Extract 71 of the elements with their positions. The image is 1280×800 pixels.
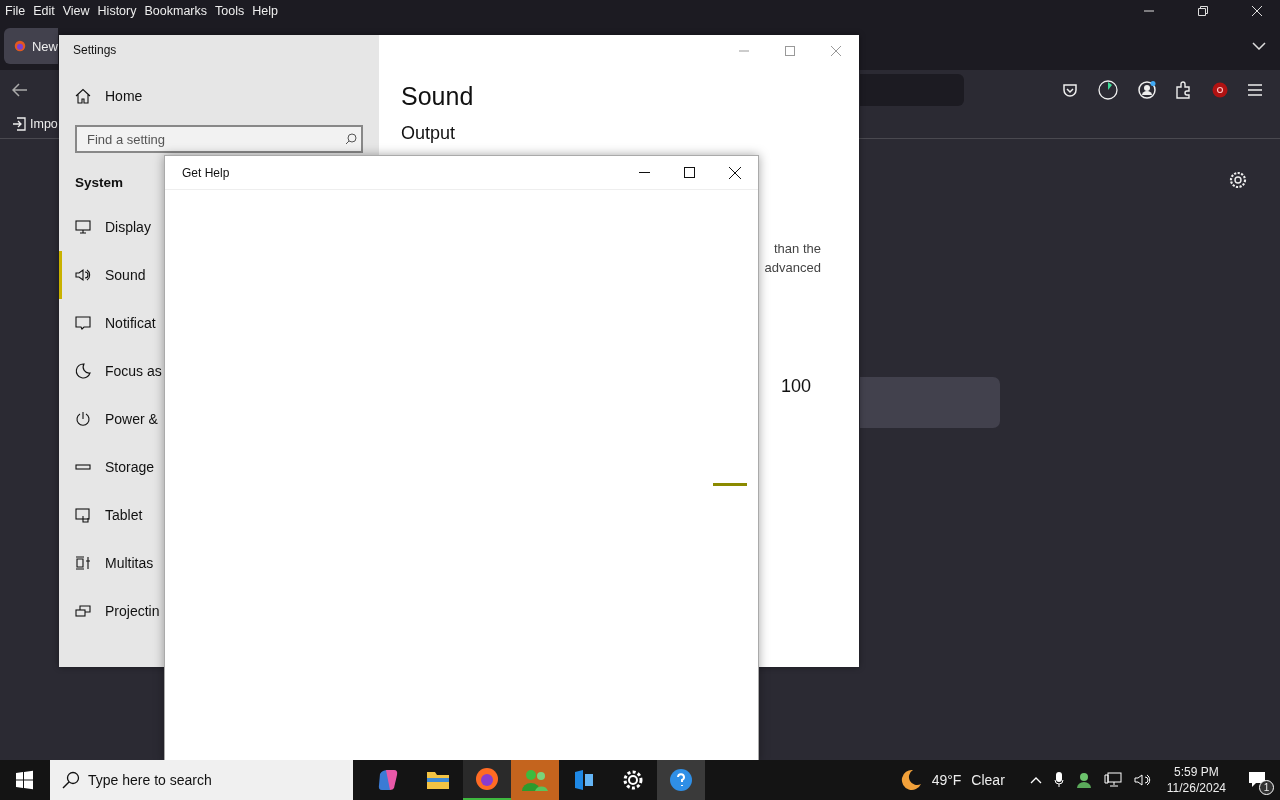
- menu-icon[interactable]: [1248, 84, 1262, 96]
- moon-icon: [75, 363, 91, 379]
- volume-value: 100: [780, 376, 811, 397]
- description-text: advanced: [764, 259, 821, 277]
- projector-icon: [75, 603, 91, 619]
- speaker-icon: [75, 267, 91, 283]
- clock-date[interactable]: 11/26/2024: [1166, 780, 1226, 796]
- timer-icon[interactable]: [1098, 80, 1118, 100]
- microphone-icon[interactable]: [1053, 772, 1064, 788]
- restore-icon[interactable]: [1198, 6, 1208, 16]
- page-title: Sound: [401, 82, 475, 111]
- speech-bubble-icon: [1248, 771, 1266, 789]
- speech-bubble-icon: [75, 315, 91, 331]
- power-icon: [75, 411, 91, 427]
- menu-item[interactable]: View: [62, 4, 90, 18]
- chevron-up-icon[interactable]: [1029, 776, 1042, 784]
- menu-item[interactable]: History: [97, 4, 137, 18]
- back-icon[interactable]: [12, 83, 28, 97]
- nav-item[interactable]: Power &: [59, 395, 160, 443]
- help-icon[interactable]: [669, 768, 693, 792]
- section-heading: Output: [401, 123, 457, 144]
- window-title: Settings: [72, 43, 118, 57]
- import-icon: [12, 117, 26, 131]
- nav-item[interactable]: Display: [59, 203, 153, 251]
- copilot-icon[interactable]: [376, 768, 400, 792]
- maximize-icon[interactable]: [684, 167, 695, 178]
- menu-item[interactable]: Edit: [33, 4, 55, 18]
- browser-logo-icon[interactable]: [475, 767, 499, 791]
- clock-time[interactable]: 5:59 PM: [1174, 764, 1219, 780]
- close-icon[interactable]: [729, 166, 741, 179]
- section-heading: System: [74, 175, 125, 190]
- menu-item[interactable]: File: [5, 4, 26, 18]
- pocket-icon[interactable]: [1062, 82, 1078, 98]
- search-icon[interactable]: [62, 771, 80, 789]
- chevron-down-icon[interactable]: [1252, 42, 1266, 50]
- menu-item[interactable]: Tools: [215, 4, 245, 18]
- app-icon[interactable]: [572, 768, 596, 792]
- weather-condition[interactable]: Clear: [971, 772, 1005, 788]
- taskbar-search-field[interactable]: Type here to search: [50, 760, 353, 800]
- menu-item[interactable]: Help: [252, 4, 278, 18]
- window-title: Get Help: [182, 165, 230, 180]
- search-icon[interactable]: [345, 133, 357, 145]
- nav-item[interactable]: Projectin: [59, 587, 162, 635]
- browser-logo-icon: [14, 38, 26, 54]
- nav-item[interactable]: Storage: [59, 443, 157, 491]
- bookmark-item[interactable]: Impo: [12, 117, 58, 131]
- loading-indicator: [713, 483, 747, 486]
- volume-icon[interactable]: [1133, 772, 1152, 788]
- nav-item[interactable]: Notificat: [59, 299, 158, 347]
- person-icon[interactable]: [1075, 772, 1092, 788]
- settings-icon[interactable]: [1229, 171, 1247, 189]
- puzzle-icon[interactable]: [1176, 81, 1192, 99]
- menu-item[interactable]: Bookmarks: [144, 4, 207, 18]
- home-icon: [75, 88, 91, 104]
- multitask-icon: [75, 555, 91, 571]
- folder-icon[interactable]: [426, 769, 450, 791]
- home-link[interactable]: Home: [59, 82, 145, 110]
- nav-item[interactable]: Focus as: [59, 347, 164, 395]
- nav-item[interactable]: Tablet: [59, 491, 145, 539]
- nav-item[interactable]: Sound: [59, 251, 148, 299]
- description-text: than the: [774, 240, 821, 258]
- network-icon[interactable]: [1103, 772, 1122, 788]
- tablet-icon: [75, 507, 91, 523]
- monitor-icon: [75, 219, 91, 235]
- search-field[interactable]: Find a setting: [75, 125, 363, 153]
- shield-icon[interactable]: [1212, 82, 1228, 98]
- nav-item[interactable]: Multitas: [59, 539, 156, 587]
- account-icon[interactable]: [1138, 81, 1156, 99]
- weather-temperature[interactable]: 49°F: [931, 772, 962, 788]
- browser-tab[interactable]: New: [4, 28, 58, 64]
- moon-icon[interactable]: [899, 769, 922, 791]
